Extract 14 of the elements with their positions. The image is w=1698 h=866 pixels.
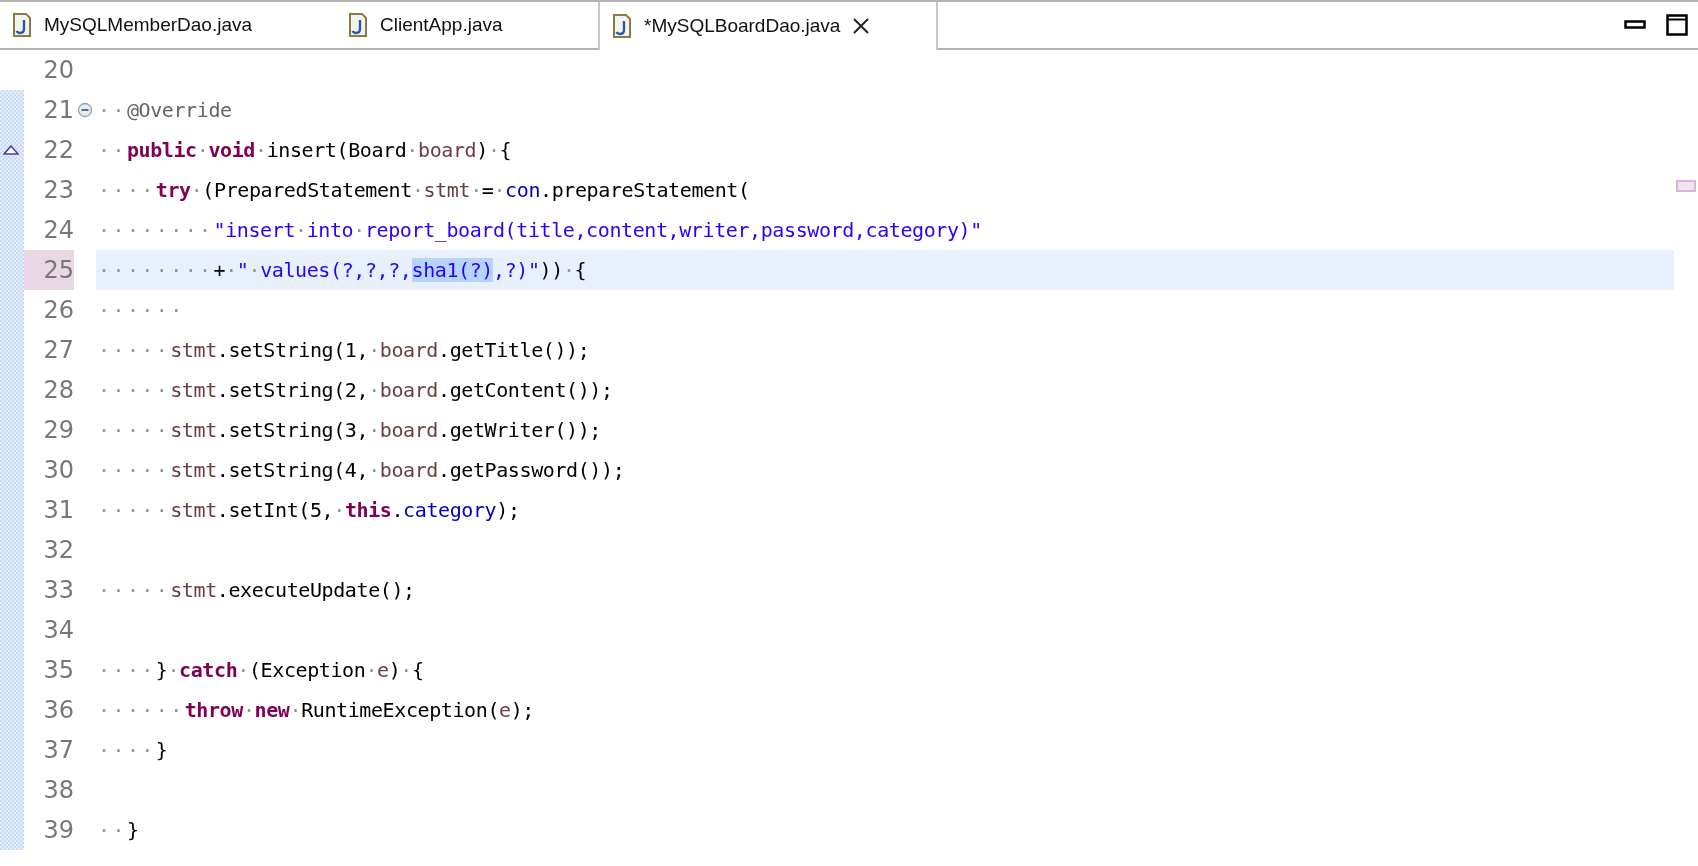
java-file-icon	[348, 13, 368, 37]
java-file-icon	[612, 14, 632, 38]
maximize-icon	[1666, 14, 1688, 36]
tab-label: *MySQLBoardDao.java	[644, 15, 841, 37]
close-icon[interactable]	[852, 17, 871, 35]
line-number: 25	[24, 250, 74, 290]
tab-label: MySQLMemberDao.java	[44, 14, 253, 36]
override-triangle-icon[interactable]	[3, 145, 19, 155]
editor-tab[interactable]: *MySQLBoardDao.java	[598, 2, 938, 50]
java-file-icon	[12, 13, 32, 37]
collapse-icon[interactable]	[77, 102, 93, 118]
overview-marker[interactable]	[1676, 180, 1696, 192]
minimize-icon	[1624, 20, 1646, 30]
tab-label: ClientApp.java	[380, 14, 503, 36]
